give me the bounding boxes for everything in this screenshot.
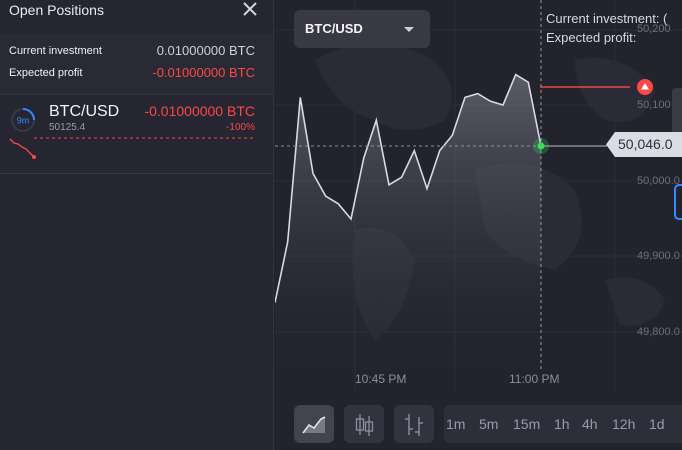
chevron-down-icon xyxy=(404,27,414,32)
panel-title: Open Positions xyxy=(9,2,104,18)
y-tick: 50,100 xyxy=(637,99,671,111)
bar-chart-icon xyxy=(405,414,423,436)
position-timer: 9m xyxy=(17,116,30,126)
close-icon[interactable] xyxy=(242,1,258,17)
x-tick: 11:00 PM xyxy=(509,372,560,386)
x-tick: 10:45 PM xyxy=(355,372,407,386)
position-pair: BTC/USD xyxy=(49,103,120,120)
expected-profit-label: Expected profit xyxy=(9,67,83,79)
current-investment-value: 0.01000000 BTC xyxy=(156,43,255,58)
expected-profit-value: -0.01000000 BTC xyxy=(152,65,255,80)
area-chart-button[interactable] xyxy=(294,405,334,443)
pair-selector-label: BTC/USD xyxy=(305,21,363,36)
y-tick: 50,000.0 xyxy=(637,175,680,187)
position-percent: -100% xyxy=(226,122,255,133)
timeframe-15m[interactable]: 15m xyxy=(513,416,540,432)
info-expected-profit: Expected profit: xyxy=(546,30,637,45)
panel-header: Open Positions xyxy=(0,0,273,22)
timeframe-1m[interactable]: 1m xyxy=(446,416,465,432)
area-chart-icon xyxy=(302,416,326,434)
timeframe-1d[interactable]: 1d xyxy=(649,416,665,432)
timer-ring-icon: 9m xyxy=(11,108,35,132)
bar-chart-button[interactable] xyxy=(394,405,434,443)
position-price: 50125.4 xyxy=(49,122,86,133)
current-price-tag: 50,046.0 xyxy=(606,132,682,157)
info-current-investment: Current investment: ( xyxy=(546,11,668,26)
position-marker-icon[interactable] xyxy=(636,78,654,96)
position-sparkline xyxy=(9,137,256,159)
pair-selector[interactable]: BTC/USD xyxy=(294,10,430,48)
candlestick-button[interactable] xyxy=(344,405,384,443)
y-tick: 49,800.0 xyxy=(637,326,680,338)
current-investment-label: Current investment xyxy=(9,45,102,57)
timeframe-5m[interactable]: 5m xyxy=(479,416,498,432)
y-tick: 49,900.0 xyxy=(637,250,680,262)
candlestick-icon xyxy=(355,414,374,436)
timeframe-bar: 1m 5m 15m 1h 4h 12h 1d xyxy=(444,405,682,443)
current-price-value: 50,046.0 xyxy=(618,136,673,152)
price-chart[interactable] xyxy=(275,0,682,450)
positions-summary: Current investment 0.01000000 BTC Expect… xyxy=(0,34,273,95)
timeframe-4h[interactable]: 4h xyxy=(582,416,598,432)
position-profit: -0.01000000 BTC xyxy=(144,103,255,119)
timeframe-12h[interactable]: 12h xyxy=(612,416,635,432)
open-positions-panel: Open Positions Current investment 0.0100… xyxy=(0,0,274,450)
side-widget-accent[interactable] xyxy=(674,184,682,220)
chart-area[interactable] xyxy=(275,0,682,450)
timeframe-1h[interactable]: 1h xyxy=(554,416,570,432)
current-price-dot xyxy=(537,142,545,150)
position-item[interactable]: 9m BTC/USD 50125.4 -0.01000000 BTC -100% xyxy=(0,95,273,174)
